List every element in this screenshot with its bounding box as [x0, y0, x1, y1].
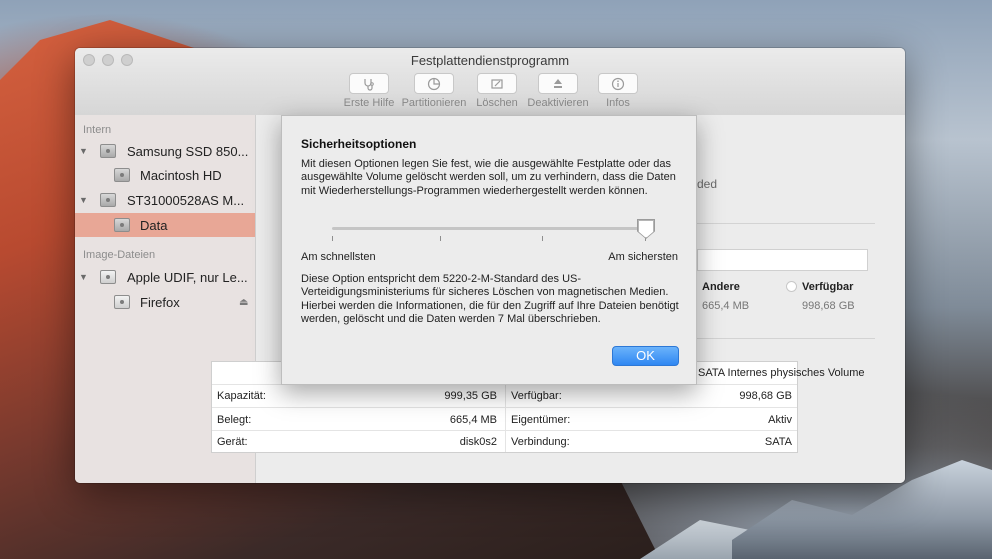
- used-value: 665,4 MB: [449, 414, 497, 426]
- owners-label: Eigentümer:: [511, 414, 571, 426]
- available-value: 998,68 GB: [739, 390, 792, 402]
- sheet-title: Sicherheitsoptionen: [301, 137, 417, 151]
- sidebar-item-st31000528as[interactable]: ▼ ST31000528AS M...: [75, 188, 255, 212]
- hard-disk-icon: [100, 193, 116, 207]
- security-slider-track[interactable]: [332, 227, 646, 230]
- disclosure-triangle-icon[interactable]: ▼: [79, 195, 88, 205]
- sidebar-section-intern: Intern: [83, 124, 112, 136]
- sidebar-item-label: Macintosh HD: [140, 167, 222, 183]
- divider: [697, 338, 875, 339]
- toolbar-label: Erste Hilfe: [343, 97, 395, 109]
- row-separator: [212, 407, 797, 408]
- legend-available-swatch: [786, 281, 797, 292]
- slider-min-label: Am schnellsten: [301, 251, 376, 263]
- sidebar-section-image-files: Image-Dateien: [83, 249, 156, 261]
- toolbar-label: Partitionieren: [401, 97, 467, 109]
- option-detail-text: Diese Option entspricht dem 5220-2-M-Sta…: [301, 273, 679, 325]
- sidebar-item-label: Firefox: [140, 294, 180, 310]
- volume-subtitle-fragment: ded: [697, 177, 718, 191]
- disclosure-triangle-icon[interactable]: ▼: [79, 272, 88, 282]
- erase-icon: [477, 73, 517, 94]
- stethoscope-icon: [349, 73, 389, 94]
- owners-value: Aktiv: [768, 414, 792, 426]
- slider-max-label: Am sichersten: [608, 251, 678, 263]
- volume-icon: [114, 168, 130, 182]
- available-label: Verfügbar:: [511, 390, 562, 402]
- disk-image-icon: [100, 270, 116, 284]
- connection-label: Verbindung:: [511, 436, 570, 448]
- capacity-value: 999,35 GB: [444, 390, 497, 402]
- ok-button[interactable]: OK: [612, 346, 679, 366]
- toolbar-partition[interactable]: Partitionieren: [395, 73, 473, 109]
- device-value: disk0s2: [459, 436, 497, 448]
- toolbar-info[interactable]: Infos: [593, 73, 643, 109]
- toolbar-erase[interactable]: Löschen: [471, 73, 523, 109]
- slider-tick: [542, 236, 543, 241]
- used-label: Belegt:: [217, 414, 252, 426]
- legend-other-label: Andere: [702, 281, 740, 293]
- toolbar-unmount[interactable]: Deaktivieren: [522, 73, 594, 109]
- hard-disk-icon: [100, 144, 116, 158]
- info-icon: [598, 73, 638, 94]
- toolbar-label: Infos: [606, 97, 630, 109]
- legend-available-label: Verfügbar: [802, 281, 854, 293]
- pie-partition-icon: [414, 73, 454, 94]
- legend-available-value: 998,68 GB: [802, 300, 855, 312]
- sidebar-item-label: Apple UDIF, nur Le...: [127, 269, 248, 285]
- security-options-sheet: Sicherheitsoptionen Mit diesen Optionen …: [281, 115, 697, 385]
- slider-tick: [440, 236, 441, 241]
- sidebar-item-label: Samsung SSD 850...: [127, 143, 249, 159]
- sidebar-item-apple-udif[interactable]: ▼ Apple UDIF, nur Le...: [75, 265, 255, 289]
- toolbar-first-aid[interactable]: Erste Hilfe: [334, 73, 404, 109]
- titlebar: Festplattendienstprogramm Erste Hilfe Pa…: [75, 48, 905, 116]
- eject-icon[interactable]: ⏏: [239, 297, 248, 308]
- volume-icon: [114, 218, 130, 232]
- sidebar-item-data[interactable]: Data: [75, 213, 255, 237]
- slider-tick: [332, 236, 333, 241]
- capacity-label: Kapazität:: [217, 390, 266, 402]
- legend-other-value: 665,4 MB: [702, 300, 750, 312]
- sidebar-item-firefox[interactable]: Firefox ⏏: [75, 290, 255, 314]
- row-separator: [212, 430, 797, 431]
- volume-icon: [114, 295, 130, 309]
- window-title: Festplattendienstprogramm: [410, 53, 570, 68]
- toolbar-label: Löschen: [476, 97, 518, 109]
- volume-type-value: SATA Internes physisches Volume: [698, 367, 865, 379]
- security-slider-knob[interactable]: [638, 220, 654, 238]
- connection-value: SATA: [764, 436, 792, 448]
- sheet-description: Mit diesen Optionen legen Sie fest, wie …: [301, 158, 676, 197]
- sidebar-item-label: Data: [140, 217, 168, 233]
- divider: [697, 223, 875, 224]
- sidebar-item-samsung-ssd[interactable]: ▼ Samsung SSD 850...: [75, 139, 255, 163]
- sidebar-item-macintosh-hd[interactable]: Macintosh HD: [75, 163, 255, 187]
- eject-unmount-icon: [538, 73, 578, 94]
- device-label: Gerät:: [217, 436, 248, 448]
- disclosure-triangle-icon[interactable]: ▼: [79, 146, 88, 156]
- sidebar-item-label: ST31000528AS M...: [127, 192, 245, 208]
- usage-bar: [697, 249, 868, 271]
- toolbar-label: Deaktivieren: [527, 97, 589, 109]
